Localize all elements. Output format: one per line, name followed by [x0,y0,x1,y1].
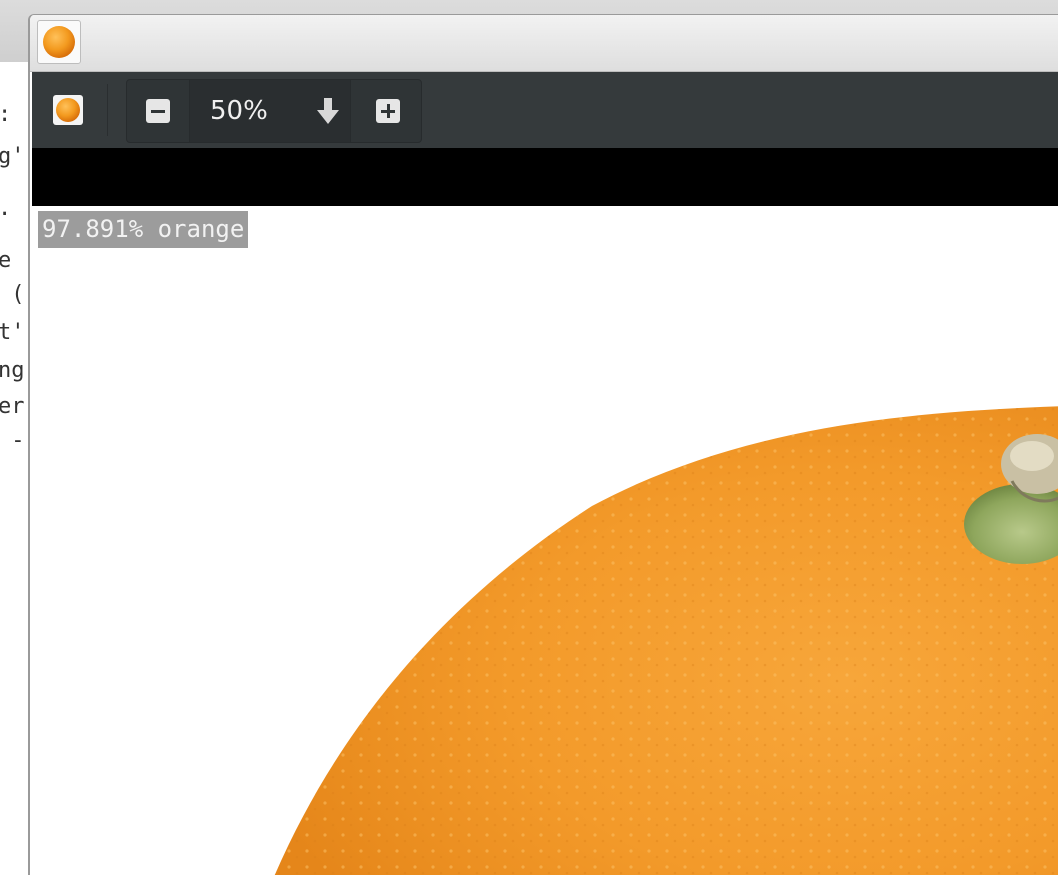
terminal-line: er [0,394,25,419]
minus-icon [146,99,170,123]
image-canvas[interactable]: 97.891% orange [32,206,1058,875]
toolbar: 50% [32,72,1058,148]
zoom-out-button[interactable] [127,80,189,142]
terminal-line: - [0,428,25,453]
terminal-line: . [0,196,11,222]
title-bar[interactable] [30,15,1058,72]
prediction-label: 97.891% orange [38,211,249,248]
image-viewer-window: 50% 97.891% orange [28,14,1058,875]
terminal-line: e [0,248,12,273]
orange-icon [37,20,81,64]
terminal-line: ng [0,358,25,383]
image-top-border [32,148,1058,206]
terminal-line: t' [0,320,25,345]
orange-icon[interactable] [52,93,84,127]
zoom-in-button[interactable] [357,80,419,142]
terminal-line: ( [0,282,25,307]
orange-photo [274,406,1058,875]
plus-icon [376,99,400,123]
zoom-level-value: 50% [210,96,268,126]
toolbar-separator [107,84,108,136]
arrow-down-icon[interactable] [314,96,342,126]
zoom-level-field[interactable]: 50% [189,80,351,142]
zoom-control: 50% [126,79,422,143]
terminal-line: : [0,102,11,128]
terminal-line: g' [0,144,25,169]
